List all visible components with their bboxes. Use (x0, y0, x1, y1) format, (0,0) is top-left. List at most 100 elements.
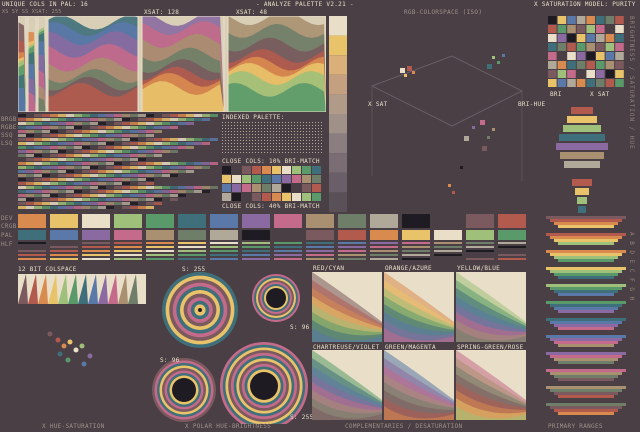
swatch (548, 25, 557, 33)
swatch (586, 70, 595, 78)
range-line (558, 361, 614, 364)
hlf-line (402, 242, 430, 244)
stripe-seg (106, 158, 114, 161)
stripe-seg (18, 198, 26, 201)
stripe-seg (106, 150, 114, 153)
stripe-seg (114, 186, 122, 189)
stripe-seg (74, 150, 82, 153)
stripe-seg (26, 158, 34, 161)
hlf-line (306, 254, 334, 256)
stripe-seg (18, 130, 26, 133)
stripe-seg (50, 134, 58, 137)
ring-label-s96b: S: 96 (160, 357, 180, 364)
grid-dot (294, 149, 295, 150)
color-point (407, 66, 412, 71)
stripe-seg (98, 142, 106, 145)
grid-dot (267, 149, 268, 150)
stripe-seg (106, 174, 114, 177)
stripe-seg (170, 166, 178, 169)
hlf-line (338, 258, 366, 260)
stripe-seg (74, 126, 82, 129)
dev-swatch (178, 214, 206, 228)
stripe-seg (162, 122, 170, 125)
grid-dot (318, 128, 319, 129)
close-swatch (282, 166, 291, 174)
grid-dot (234, 149, 235, 150)
close-swatch (312, 184, 321, 192)
grid-dot (315, 137, 316, 138)
hlf-line (338, 254, 366, 256)
grid-dot (309, 125, 310, 126)
stripe-seg (50, 146, 58, 149)
grid-dot (321, 125, 322, 126)
swatch (586, 25, 595, 33)
stripe-seg (114, 194, 122, 197)
stripe-seg (42, 138, 50, 141)
stripe-seg (170, 138, 178, 141)
range-line (554, 290, 618, 293)
grid-dot (282, 146, 283, 147)
range-line (554, 222, 618, 225)
stripe-seg (98, 114, 106, 117)
dev-swatch (402, 214, 430, 228)
x-sat2-label: X SAT (590, 91, 610, 98)
grid-dot (225, 143, 226, 144)
stripe-seg (18, 170, 26, 173)
stripe-seg (74, 158, 82, 161)
close-swatch (302, 184, 311, 192)
stripe-seg (186, 190, 194, 193)
stripe-seg (146, 190, 154, 193)
stripe-seg (122, 162, 130, 165)
grid-dot (312, 125, 313, 126)
grid-dot (231, 128, 232, 129)
swatch (615, 70, 624, 78)
hlf-line (402, 254, 430, 256)
stripe-seg (114, 162, 122, 165)
stripe-seg (26, 130, 34, 133)
color-point (464, 136, 469, 141)
range-line (546, 301, 626, 304)
grid-dot (234, 125, 235, 126)
rgb-colorspace-scatter (370, 54, 524, 194)
stripe-seg (98, 174, 106, 177)
hlf-line (50, 254, 78, 256)
hlf-line (306, 258, 334, 260)
grid-dot (312, 137, 313, 138)
grid-dot (303, 152, 304, 153)
stripe-seg (82, 130, 90, 133)
stripe-seg (82, 126, 90, 129)
grid-dot (255, 140, 256, 141)
grid-dot (279, 128, 280, 129)
stripe-seg (194, 162, 202, 165)
grid-dot (261, 152, 262, 153)
close-swatch (292, 166, 301, 174)
stripe-seg (154, 146, 162, 149)
grid-dot (228, 143, 229, 144)
grid-dot (282, 149, 283, 150)
range-line (546, 250, 626, 253)
grid-dot (222, 122, 223, 123)
ring-small-b-center (172, 378, 196, 402)
swatch (567, 52, 576, 60)
swatch (605, 52, 615, 60)
grid-dot (222, 152, 223, 153)
grid-dot (231, 134, 232, 135)
close-swatch (222, 193, 231, 201)
hlf-line (82, 246, 110, 248)
stripe-seg (66, 134, 74, 137)
stripe-seg (130, 198, 138, 201)
grid-dot (276, 140, 277, 141)
grid-dot (249, 134, 250, 135)
colorspace-label: RGB-COLORSPACE (ISO) (404, 9, 483, 16)
swatch (605, 16, 615, 24)
grid-dot (279, 137, 280, 138)
grid-dot (222, 146, 223, 147)
swatch (548, 52, 557, 60)
stripe-seg (130, 142, 138, 145)
palette-analyzer-screen: UNIQUE COLS IN PAL: 16 XS SY SS XSAT: 25… (0, 0, 640, 432)
dev-swatch (50, 214, 78, 228)
hlf-line (82, 242, 110, 244)
grid-dot (303, 140, 304, 141)
grid-dot (243, 125, 244, 126)
swatch (615, 61, 624, 69)
